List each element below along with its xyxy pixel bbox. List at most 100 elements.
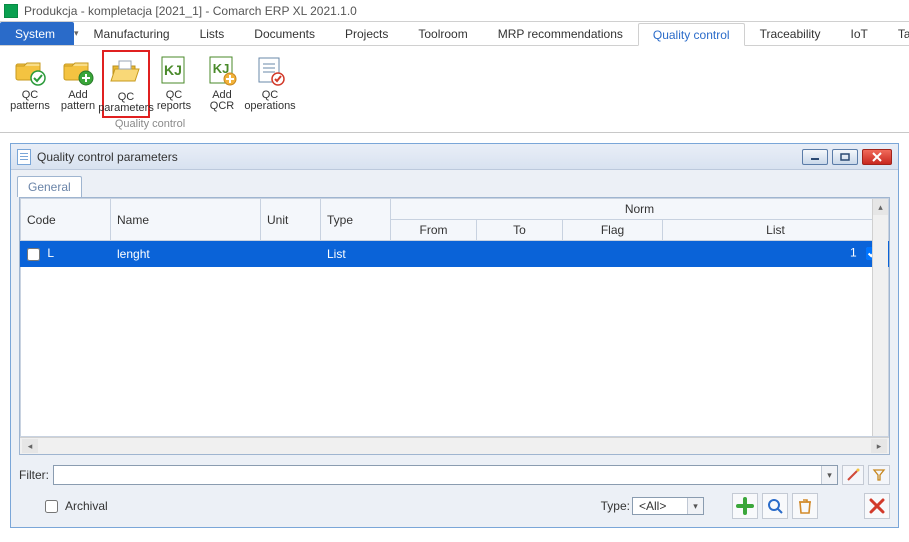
ribbon-qc-patterns[interactable]: QC patterns [6,50,54,118]
kj-report-icon: KJ [158,54,190,86]
cell-flag[interactable] [563,241,663,267]
list-check-icon [254,54,286,86]
kj-report-plus-icon: KJ [206,54,238,86]
col-list[interactable]: List [663,220,889,241]
type-filter: Type: <All> ▾ [601,497,704,515]
ribbon-qc-operations[interactable]: QC operations [246,50,294,118]
menu-system[interactable]: System [0,22,74,45]
ribbon-add-pattern[interactable]: Add pattern [54,50,102,118]
ribbon-qc-reports-label: QC reports [152,90,196,114]
ribbon: QC patterns Add pattern [0,46,909,133]
cell-list[interactable]: 1 [663,241,889,267]
scroll-right-icon[interactable]: ▸ [871,439,887,453]
ribbon-qc-operations-label: QC operations [244,90,295,114]
tabs: General [11,170,898,197]
close-button[interactable] [864,493,890,519]
col-name[interactable]: Name [111,199,261,241]
ribbon-qc-parameters-label: QC parameters [98,92,154,116]
menu-manufacturing[interactable]: Manufacturing [79,22,185,45]
menu-projects[interactable]: Projects [330,22,403,45]
document-icon [17,149,31,165]
col-to[interactable]: To [477,220,563,241]
menu-system-label: System [15,27,55,41]
menu-documents[interactable]: Documents [239,22,330,45]
archival-checkbox-wrap[interactable]: Archival [41,497,108,516]
scroll-left-icon[interactable]: ◂ [22,439,38,453]
menu-toolroom[interactable]: Toolroom [403,22,482,45]
folder-plus-icon [62,54,94,86]
child-titlebar: Quality control parameters [11,144,898,170]
cell-name[interactable]: lenght [111,241,261,267]
plus-icon [736,497,754,515]
col-norm[interactable]: Norm [391,199,889,220]
cell-to[interactable] [477,241,563,267]
col-type[interactable]: Type [321,199,391,241]
col-unit[interactable]: Unit [261,199,321,241]
cell-code-value: L [47,246,54,260]
col-from[interactable]: From [391,220,477,241]
ribbon-group-quality-control: QC patterns Add pattern [6,50,294,130]
menu-tasks[interactable]: Tasks [883,22,909,45]
menu-lists[interactable]: Lists [185,22,240,45]
folder-check-icon [14,54,46,86]
table-row[interactable]: L lenght List 1 [21,241,889,267]
ribbon-qc-parameters[interactable]: QC parameters [102,50,150,118]
menu-traceability[interactable]: Traceability [745,22,836,45]
chevron-down-icon: ▾ [687,498,703,514]
ribbon-qc-reports[interactable]: KJ QC reports [150,50,198,118]
ribbon-group-label: Quality control [115,118,185,130]
cell-code[interactable]: L [21,241,111,267]
archival-checkbox[interactable] [45,500,58,513]
child-window-qc-parameters: Quality control parameters General Code [10,143,899,528]
folder-open-icon [110,56,142,88]
scroll-up-icon[interactable]: ▴ [873,199,888,215]
type-label: Type: [601,499,630,513]
maximize-button[interactable] [832,149,858,165]
ribbon-add-qcr-label: Add QCR [200,90,244,114]
ribbon-qc-patterns-label: QC patterns [8,90,52,114]
row-checkbox[interactable] [27,248,40,261]
view-button[interactable] [762,493,788,519]
filter-construct-button[interactable] [868,465,890,485]
type-select[interactable]: <All> ▾ [632,497,704,515]
ribbon-add-qcr[interactable]: KJ Add QCR [198,50,246,118]
filter-edit-button[interactable] [842,465,864,485]
menu-quality-control[interactable]: Quality control [638,23,745,46]
app-title: Produkcja - kompletacja [2021_1] - Comar… [24,4,357,18]
wand-icon [846,468,860,482]
app-icon [4,4,18,18]
delete-button[interactable] [792,493,818,519]
filter-input[interactable] [54,466,821,484]
child-window-title: Quality control parameters [37,150,802,164]
cell-from[interactable] [391,241,477,267]
bottom-toolbar: Archival Type: <All> ▾ [11,489,898,527]
trash-icon [796,497,814,515]
cell-list-value: 1 [850,246,857,260]
filter-dropdown-icon[interactable]: ▾ [821,466,837,484]
filter-label: Filter: [19,468,49,482]
menu-mrp-recommendations[interactable]: MRP recommendations [483,22,638,45]
funnel-wrench-icon [872,468,886,482]
menu-iot[interactable]: IoT [836,22,883,45]
minimize-button[interactable] [802,149,828,165]
tab-general[interactable]: General [17,176,82,197]
filter-input-wrap: ▾ [53,465,838,485]
grid: Code Name Unit Type Norm From To Flag Li… [19,197,890,455]
app-titlebar: Produkcja - kompletacja [2021_1] - Comar… [0,0,909,22]
cell-unit[interactable] [261,241,321,267]
col-flag[interactable]: Flag [563,220,663,241]
add-button[interactable] [732,493,758,519]
svg-text:KJ: KJ [164,62,182,78]
archival-label: Archival [65,499,108,513]
close-icon [869,498,885,514]
menu-bar: System ▾ Manufacturing Lists Documents P… [0,22,909,46]
close-window-button[interactable] [862,149,892,165]
type-select-value: <All> [633,499,687,513]
cell-type[interactable]: List [321,241,391,267]
col-code[interactable]: Code [21,199,111,241]
filter-row: Filter: ▾ [11,461,898,489]
ribbon-add-pattern-label: Add pattern [56,90,100,114]
grid-empty-area [21,267,889,437]
vertical-scrollbar[interactable]: ▴ [872,199,888,436]
horizontal-scrollbar[interactable]: ◂ ▸ [20,437,889,454]
